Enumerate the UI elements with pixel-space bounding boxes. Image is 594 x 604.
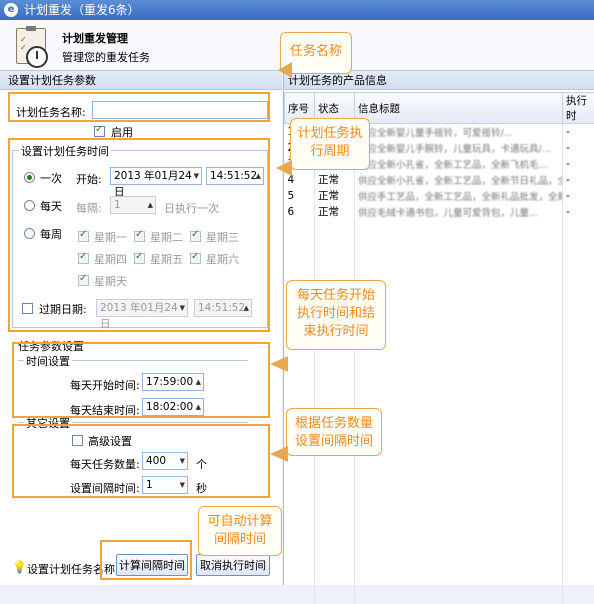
column-header[interactable]: 信息标题 <box>355 93 563 124</box>
cancel-exec-button[interactable]: 取消执行时间 <box>196 554 270 576</box>
callout-count-interval: 根据任务数量设置间隔时间 <box>286 408 382 456</box>
highlight-calc-button <box>100 540 192 580</box>
callout-pointer <box>278 62 292 78</box>
cell-no: 6 <box>285 204 315 220</box>
cell-title: 供应全新婴儿童手摇铃，可爱摇铃/... <box>355 124 563 140</box>
empty-row <box>285 476 594 492</box>
callout-daily-time: 每天任务开始执行时间和结束执行时间 <box>286 280 386 350</box>
empty-row <box>285 364 594 380</box>
cell-exec: - <box>563 204 594 220</box>
highlight-daily-time <box>12 342 270 418</box>
table-row[interactable]: 5正常供应手工艺品，全新工艺品，全新礼品批发，全新布艺...- <box>285 188 594 204</box>
section-title: 设置计划任务参数 <box>0 70 282 90</box>
column-header[interactable]: 执行时 <box>563 93 594 124</box>
empty-row <box>285 460 594 476</box>
empty-row <box>285 236 594 252</box>
empty-row <box>285 588 594 604</box>
title-bar: e 计划重发（重发6条） <box>0 0 594 20</box>
cell-title: 供应全新小孔雀，全新工艺品，全新飞机毛... <box>355 156 563 172</box>
highlight-count-interval <box>12 424 270 498</box>
highlight-schedule <box>8 138 270 332</box>
app-icon: e <box>4 3 18 17</box>
cell-no: 5 <box>285 188 315 204</box>
enable-checkbox[interactable] <box>94 124 105 137</box>
cell-exec: - <box>563 172 594 188</box>
cell-status: 正常 <box>315 188 355 204</box>
table-row[interactable]: 4正常供应全新小孔雀，全新工艺品，全新节日礼品，全新节...- <box>285 172 594 188</box>
lightbulb-icon: 💡 <box>12 560 27 574</box>
empty-row <box>285 380 594 396</box>
empty-row <box>285 524 594 540</box>
cell-title: 供应全新婴儿手腕铃，儿童玩具，卡通玩具/... <box>355 140 563 156</box>
empty-row <box>285 492 594 508</box>
empty-row <box>285 556 594 572</box>
empty-row <box>285 508 594 524</box>
window-title: 计划重发（重发6条） <box>24 0 140 20</box>
empty-row <box>285 252 594 268</box>
cell-title: 供应手工艺品，全新工艺品，全新礼品批发，全新布艺... <box>355 188 563 204</box>
cell-exec: - <box>563 140 594 156</box>
callout-pointer <box>270 446 288 462</box>
header-title: 计划重发管理 <box>62 30 128 46</box>
header-subtitle: 管理您的重发任务 <box>62 49 150 65</box>
highlight-task-name <box>8 92 270 122</box>
empty-row <box>285 540 594 556</box>
callout-auto-calc: 可自动计算间隔时间 <box>198 506 282 556</box>
cell-exec: - <box>563 188 594 204</box>
cell-status: 正常 <box>315 172 355 188</box>
callout-pointer <box>276 160 292 176</box>
cell-exec: - <box>563 156 594 172</box>
cell-exec: - <box>563 124 594 140</box>
callout-period: 计划任务执行周期 <box>290 118 370 170</box>
cell-status: 正常 <box>315 204 355 220</box>
empty-row <box>285 572 594 588</box>
empty-row <box>285 220 594 236</box>
cell-title: 供应全新小孔雀，全新工艺品，全新节日礼品，全新节... <box>355 172 563 188</box>
clock-icon <box>26 46 48 68</box>
cell-title: 供应毛绒卡通书包，儿童可爱背包，儿童... <box>355 204 563 220</box>
table-row[interactable]: 6正常供应毛绒卡通书包，儿童可爱背包，儿童...- <box>285 204 594 220</box>
callout-pointer <box>270 356 288 372</box>
